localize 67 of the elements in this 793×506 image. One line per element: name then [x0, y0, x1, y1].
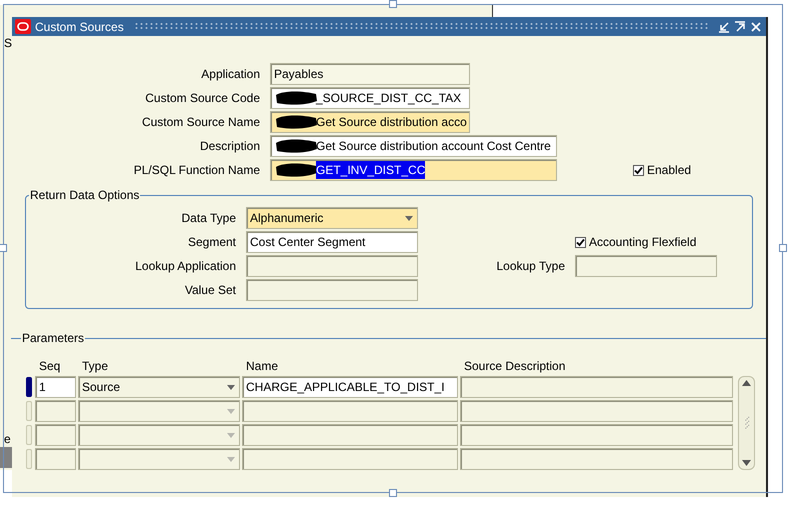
- text-field[interactable]: Get Source distribution acco: [270, 111, 470, 133]
- resize-handle[interactable]: [0, 244, 7, 252]
- field-label: PL/SQL Function Name: [132, 162, 261, 179]
- caret-icon: [227, 408, 235, 414]
- caret-icon: [227, 456, 235, 462]
- field-label: Data Type: [180, 210, 237, 227]
- text-field[interactable]: CHARGE_APPLICABLE_TO_DIST_I: [242, 376, 458, 398]
- text-field[interactable]: [35, 448, 76, 470]
- maximize-icon[interactable]: [734, 20, 746, 32]
- text-field[interactable]: GET_INV_DIST_CC: [270, 159, 557, 181]
- text-field[interactable]: [460, 424, 733, 446]
- minimize-icon[interactable]: [718, 20, 730, 32]
- caret-icon: [227, 384, 235, 390]
- text-field[interactable]: _SOURCE_DIST_CC_TAX: [270, 87, 470, 109]
- caret-icon: [227, 432, 235, 438]
- text-field[interactable]: Cost Center Segment: [246, 231, 418, 253]
- field-label: Lookup Application: [134, 258, 237, 275]
- checkbox-label: Enabled: [647, 162, 692, 179]
- section-title: Parameters: [21, 330, 86, 347]
- field-label: Custom Source Name: [140, 114, 261, 131]
- column-header: Type: [81, 359, 110, 374]
- text-field[interactable]: [246, 255, 418, 277]
- column-header: Name: [245, 359, 280, 374]
- row-indicator[interactable]: [26, 377, 32, 397]
- group-title: Return Data Options: [29, 187, 140, 204]
- dropdown[interactable]: [78, 424, 240, 446]
- resize-handle[interactable]: [389, 0, 397, 8]
- field-label: Application: [200, 66, 261, 83]
- text-field[interactable]: [460, 448, 733, 470]
- dropdown[interactable]: [78, 400, 240, 422]
- scroll-up-icon[interactable]: [742, 380, 751, 386]
- column-header: Seq: [38, 359, 62, 374]
- text-field[interactable]: [246, 279, 418, 301]
- field-label: Custom Source Code: [144, 90, 261, 107]
- caret-icon: [405, 216, 413, 220]
- dropdown[interactable]: [78, 448, 240, 470]
- text-field[interactable]: Payables: [270, 63, 470, 85]
- text-field[interactable]: Get Source distribution account Cost Centre: [270, 135, 557, 157]
- checkbox[interactable]: [633, 164, 644, 176]
- resize-handle[interactable]: [779, 244, 787, 252]
- scroll-down-icon[interactable]: [742, 460, 751, 466]
- text-field[interactable]: [35, 424, 76, 446]
- text-field[interactable]: [460, 376, 733, 398]
- field-label: Lookup Type: [495, 258, 566, 275]
- scrollbar[interactable]: [738, 376, 755, 470]
- checkbox[interactable]: [575, 236, 586, 248]
- text-field[interactable]: [35, 400, 76, 422]
- text-field[interactable]: [575, 255, 717, 277]
- text-field[interactable]: [242, 400, 458, 422]
- panel-edge: [0, 447, 12, 468]
- app-logo-icon: [15, 19, 31, 34]
- resize-handle[interactable]: [389, 489, 397, 497]
- close-icon[interactable]: [750, 20, 762, 32]
- window-text: S: [4, 37, 12, 49]
- text-field[interactable]: 1: [35, 376, 76, 398]
- text-field[interactable]: [460, 400, 733, 422]
- field-label: Segment: [186, 234, 237, 251]
- checkbox-label: Accounting Flexfield: [589, 234, 696, 251]
- text-field[interactable]: [242, 448, 458, 470]
- text-field[interactable]: [242, 424, 458, 446]
- column-header: Source Description: [463, 359, 566, 374]
- grip-icon: [744, 416, 750, 430]
- field-label: Value Set: [184, 282, 237, 299]
- field-label: Description: [198, 138, 261, 155]
- dropdown[interactable]: Source: [78, 376, 240, 398]
- dropdown[interactable]: Alphanumeric: [246, 207, 418, 229]
- window-title: Custom Sources: [35, 18, 124, 36]
